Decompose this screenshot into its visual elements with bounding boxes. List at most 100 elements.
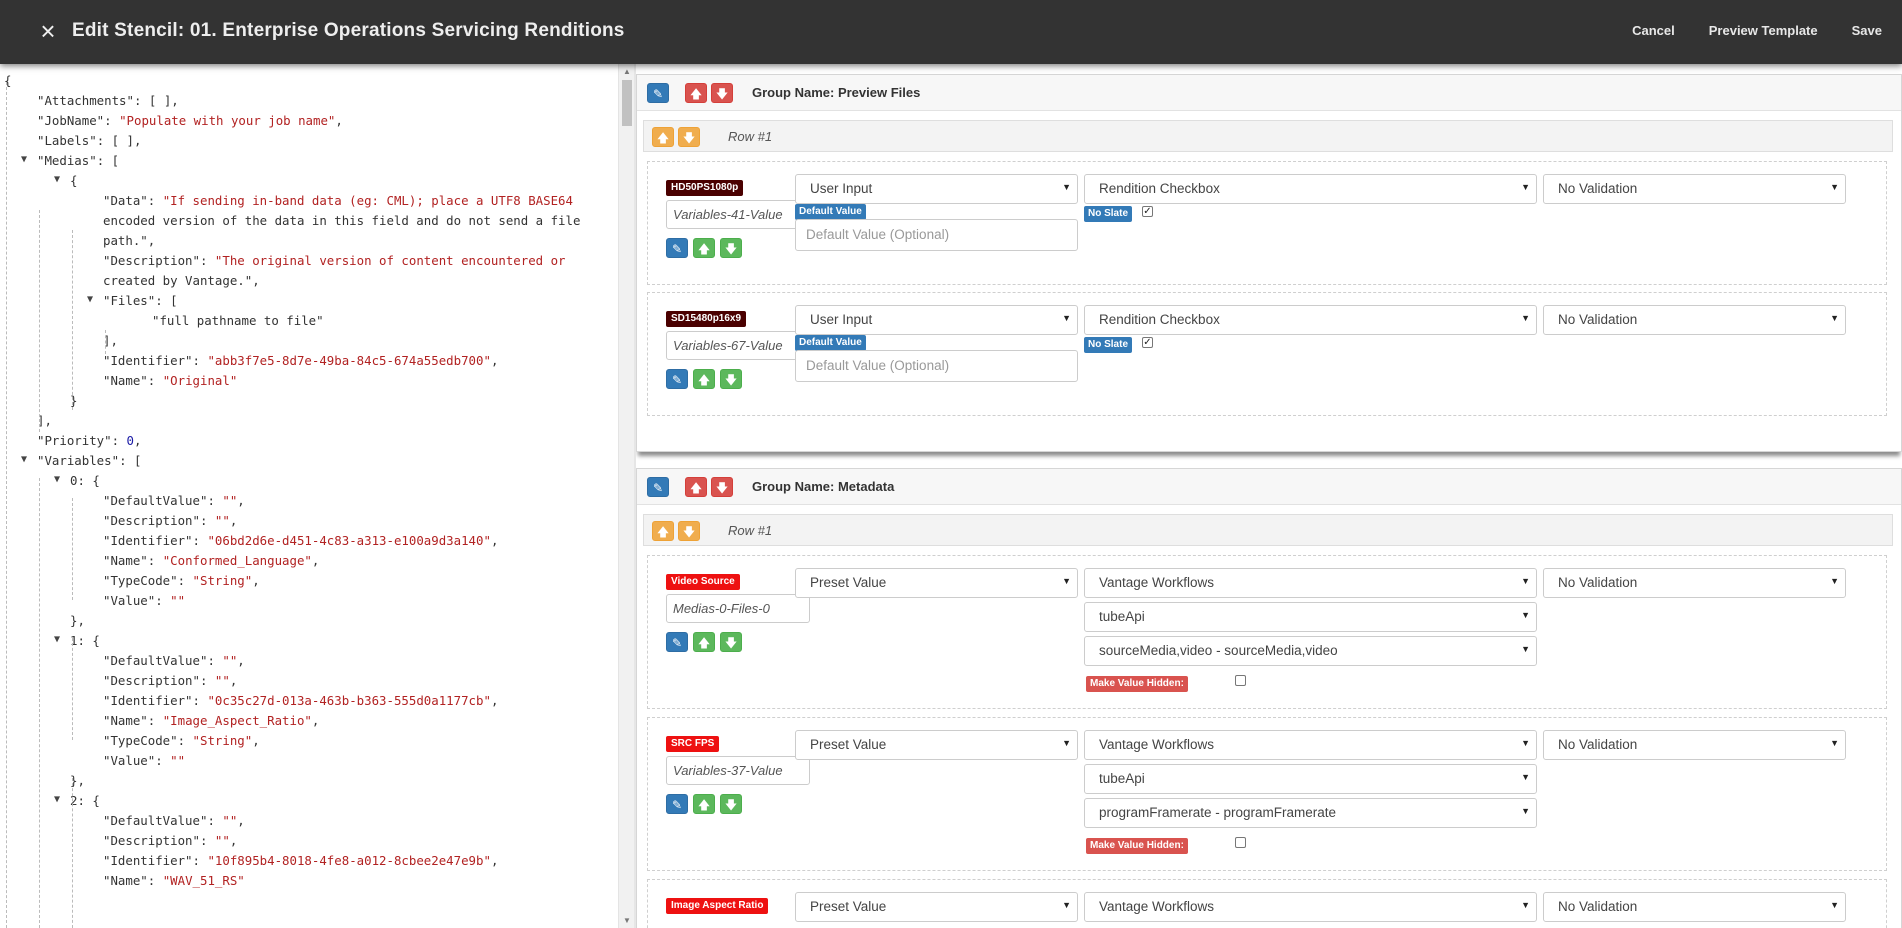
collapse-toggle-icon[interactable]: ▼ [87,295,97,305]
arrow-down-icon: 🡇 [715,481,729,495]
move-item-up-button[interactable]: 🡅 [693,632,715,652]
arrow-down-icon: 🡇 [715,87,729,101]
make-value-hidden-checkbox[interactable] [1235,675,1246,686]
move-group-up-button[interactable]: 🡅 [685,477,707,497]
variable-tag: HD50PS1080p [666,180,744,196]
chevron-down-icon: ▼ [1830,182,1839,192]
variable-input[interactable]: Medias-0-Files-0 [666,594,810,623]
source-select[interactable]: User Input ▼ [795,305,1078,335]
default-value-input[interactable]: Default Value (Optional) [795,219,1078,251]
collapse-toggle-icon[interactable]: ▼ [54,175,64,185]
arrow-up-icon: 🡅 [656,131,670,145]
json-line: "DefaultValue": "", [103,813,245,828]
move-group-up-button[interactable]: 🡅 [685,83,707,103]
indent-guide [6,82,7,928]
variable-input[interactable]: Variables-37-Value [666,756,810,785]
edit-item-button[interactable]: ✎ [666,369,688,389]
move-row-down-button[interactable]: 🡇 [678,521,700,541]
validation-select[interactable]: No Validation ▼ [1543,892,1846,922]
validation-select[interactable]: No Validation ▼ [1543,174,1846,204]
preview-template-button[interactable]: Preview Template [1709,23,1818,38]
control-select[interactable]: Vantage Workflows ▼ [1084,892,1537,922]
chevron-down-icon: ▼ [1521,900,1530,910]
move-group-down-button[interactable]: 🡇 [711,83,733,103]
move-item-up-button[interactable]: 🡅 [693,794,715,814]
field-select[interactable]: sourceMedia,video - sourceMedia,video ▼ [1084,636,1537,666]
variable-item: SRC FPS Variables-37-Value ✎ 🡅 🡇 Preset … [647,717,1887,871]
chevron-down-icon: ▼ [1062,900,1071,910]
json-line: "Identifier": "06bd2d6e-d451-4c83-a313-e… [103,533,499,548]
cancel-button[interactable]: Cancel [1632,23,1675,38]
move-item-down-button[interactable]: 🡇 [720,632,742,652]
edit-group-button[interactable]: ✎ [647,83,669,103]
chevron-down-icon: ▼ [1830,738,1839,748]
collapse-toggle-icon[interactable]: ▼ [54,795,64,805]
source-select[interactable]: Preset Value ▼ [795,892,1078,922]
json-line: "Name": "WAV_51_RS" [103,873,245,888]
json-scrollbar[interactable]: ▲ ▼ [618,64,634,928]
move-row-down-button[interactable]: 🡇 [678,127,700,147]
make-value-hidden-checkbox[interactable] [1235,837,1246,848]
json-line: created by Vantage.", [103,273,260,288]
edit-item-button[interactable]: ✎ [666,794,688,814]
move-item-down-button[interactable]: 🡇 [720,794,742,814]
variable-input[interactable]: Variables-67-Value [666,331,810,360]
indent-guide [105,330,106,354]
collapse-toggle-icon[interactable]: ▼ [21,455,31,465]
validation-select-value: No Validation [1558,575,1638,590]
save-button[interactable]: Save [1852,23,1882,38]
row-label: Row #1 [728,523,773,538]
variable-input[interactable]: Variables-41-Value [666,200,810,229]
workflow-select[interactable]: tubeApi ▼ [1084,764,1537,794]
scrollbar-thumb[interactable] [622,80,632,126]
source-select-value: Preset Value [810,737,887,752]
move-row-up-button[interactable]: 🡅 [652,127,674,147]
move-item-up-button[interactable]: 🡅 [693,238,715,258]
validation-select[interactable]: No Validation ▼ [1543,568,1846,598]
source-select[interactable]: Preset Value ▼ [795,730,1078,760]
source-select[interactable]: User Input ▼ [795,174,1078,204]
source-select-value: User Input [810,181,873,196]
json-line: path.", [103,233,156,248]
control-select[interactable]: Vantage Workflows ▼ [1084,568,1537,598]
workflow-select-value: tubeApi [1099,609,1145,624]
json-editor[interactable]: {"Attachments": [ ], "JobName": "Populate… [0,64,618,928]
chevron-down-icon: ▼ [1062,313,1071,323]
field-select[interactable]: programFramerate - programFramerate ▼ [1084,798,1537,828]
move-item-down-button[interactable]: 🡇 [720,369,742,389]
source-select[interactable]: Preset Value ▼ [795,568,1078,598]
workflow-select[interactable]: tubeApi ▼ [1084,602,1537,632]
edit-group-button[interactable]: ✎ [647,477,669,497]
arrow-down-icon: 🡇 [724,798,738,812]
scroll-up-icon[interactable]: ▲ [622,67,632,76]
close-icon[interactable]: × [36,17,60,45]
control-select[interactable]: Rendition Checkbox ▼ [1084,174,1537,204]
collapse-toggle-icon[interactable]: ▼ [21,155,31,165]
group-header: ✎ 🡅 🡇 Group Name: Metadata [637,469,1901,505]
move-item-up-button[interactable]: 🡅 [693,369,715,389]
make-value-hidden-label: Make Value Hidden: [1086,838,1188,854]
json-line: encoded version of the data in this fiel… [103,213,581,228]
top-bar: × Edit Stencil: 01. Enterprise Operation… [0,0,1902,64]
default-value-input[interactable]: Default Value (Optional) [795,350,1078,382]
move-item-down-button[interactable]: 🡇 [720,238,742,258]
collapse-toggle-icon[interactable]: ▼ [54,635,64,645]
move-row-up-button[interactable]: 🡅 [652,521,674,541]
variable-item: Image Aspect Ratio Preset Value ▼ Vantage… [647,879,1887,928]
no-slate-checkbox[interactable]: ✓ [1142,206,1153,217]
edit-item-button[interactable]: ✎ [666,632,688,652]
chevron-down-icon: ▼ [1521,313,1530,323]
move-group-down-button[interactable]: 🡇 [711,477,733,497]
scroll-down-icon[interactable]: ▼ [622,916,632,925]
json-line: 2: { [70,793,100,808]
json-line: "DefaultValue": "", [103,493,245,508]
edit-item-button[interactable]: ✎ [666,238,688,258]
control-select[interactable]: Rendition Checkbox ▼ [1084,305,1537,335]
collapse-toggle-icon[interactable]: ▼ [54,475,64,485]
control-select[interactable]: Vantage Workflows ▼ [1084,730,1537,760]
validation-select[interactable]: No Validation ▼ [1543,305,1846,335]
arrow-up-icon: 🡅 [697,242,711,256]
field-select-value: programFramerate - programFramerate [1099,805,1337,820]
no-slate-checkbox[interactable]: ✓ [1142,337,1153,348]
validation-select[interactable]: No Validation ▼ [1543,730,1846,760]
